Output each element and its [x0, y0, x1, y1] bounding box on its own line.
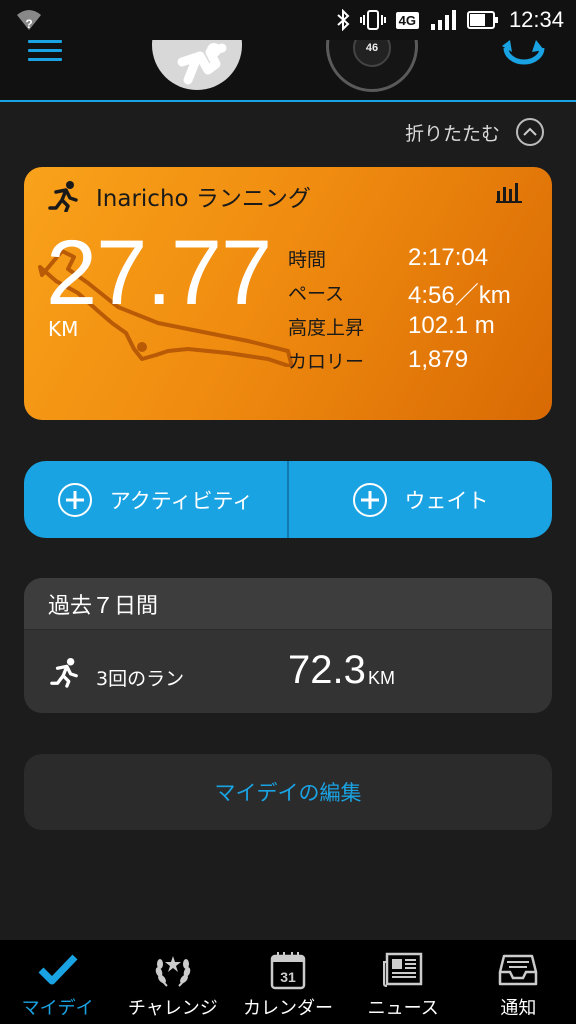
collapse-toggle[interactable]: 折りたたむ	[405, 118, 544, 146]
activity-stats: 時間 2:17:04 ペース 4:56／km 高度上昇 102.1 m カロリー…	[288, 241, 511, 377]
distance-value: 27.77	[46, 222, 272, 324]
wifi-badge: ?	[25, 17, 32, 31]
bottom-nav: マイデイ チャレンジ 31 カレンダー ニュース 通知	[0, 940, 576, 1024]
clock: 12:34	[508, 7, 564, 32]
edit-myday-button[interactable]: マイデイの編集	[24, 754, 552, 830]
menu-icon[interactable]	[28, 40, 62, 61]
watch-device[interactable]: 46	[326, 40, 418, 92]
signal-icon	[430, 10, 456, 30]
watch-face: 46	[353, 40, 391, 67]
activity-title: Inaricho ランニング	[96, 186, 311, 212]
nav-label: ニュース	[367, 998, 439, 1019]
nav-label: チャレンジ	[127, 998, 218, 1019]
laurel-icon	[155, 956, 191, 987]
nav-label: マイデイ	[21, 998, 94, 1019]
battery-icon	[466, 11, 498, 29]
stat-label: 時間	[288, 248, 327, 271]
add-weight-button[interactable]: ウェイト	[289, 461, 552, 538]
stat-value: 1,879	[408, 346, 469, 373]
stat-value: 4:56／km	[408, 281, 511, 309]
collapse-label: 折りたたむ	[404, 122, 500, 145]
run-count-label: 3回のラン	[96, 668, 185, 690]
stat-value: 2:17:04	[408, 244, 489, 271]
network-badge: 4G	[395, 11, 419, 29]
activity-card[interactable]: Inaricho ランニング 27.77 KM 時間 2:17:04 ペース 4…	[24, 167, 552, 420]
stat-label: カロリー	[288, 350, 365, 373]
status-bar: ? 4G 12:34	[0, 0, 576, 40]
news-icon	[383, 952, 423, 987]
bluetooth-icon	[336, 9, 350, 31]
nav-news[interactable]: ニュース	[346, 940, 461, 1024]
stat-row-elevation: 高度上昇 102.1 m	[288, 309, 511, 343]
nav-calendar[interactable]: 31 カレンダー	[230, 940, 345, 1024]
wifi-icon: ?	[17, 10, 41, 31]
calendar-day: 31	[280, 969, 296, 985]
bar-chart-icon[interactable]	[496, 181, 522, 203]
stat-row-calories: カロリー 1,879	[288, 343, 511, 377]
stat-value: 102.1 m	[408, 312, 495, 339]
avatar[interactable]	[152, 40, 242, 90]
nav-notifications[interactable]: 通知	[461, 940, 576, 1024]
week-distance-value: 72.3	[288, 648, 366, 692]
vibrate-icon	[359, 10, 386, 30]
week-distance-unit: KM	[368, 668, 395, 688]
chevron-up-icon	[516, 118, 544, 146]
past-week-card[interactable]: 過去７日間 3回のラン 72.3 KM	[24, 578, 552, 713]
add-weight-label: ウェイト	[404, 488, 489, 513]
add-activity-label: アクティビティ	[109, 488, 254, 513]
nav-label: カレンダー	[243, 998, 333, 1019]
sync-icon[interactable]	[500, 40, 548, 70]
calendar-icon: 31	[270, 952, 306, 990]
nav-myday[interactable]: マイデイ	[0, 940, 115, 1024]
plus-circle-icon	[57, 482, 92, 517]
plus-circle-icon	[352, 482, 387, 517]
running-icon	[48, 181, 78, 212]
app-header: 46	[0, 40, 576, 102]
distance-unit: KM	[48, 317, 79, 341]
past-week-title: 過去７日間	[24, 578, 552, 630]
add-bar: アクティビティ ウェイト	[24, 461, 552, 538]
nav-label: 通知	[500, 998, 537, 1019]
inbox-icon	[499, 954, 538, 986]
stat-row-time: 時間 2:17:04	[288, 241, 511, 275]
past-week-row: 3回のラン 72.3 KM	[24, 630, 552, 713]
edit-myday-label: マイデイの編集	[214, 781, 362, 805]
check-icon	[38, 954, 78, 985]
runner-avatar-icon	[177, 43, 227, 85]
nav-challenge[interactable]: チャレンジ	[115, 940, 230, 1024]
running-icon	[50, 657, 78, 688]
add-activity-button[interactable]: アクティビティ	[24, 461, 287, 538]
stat-label: ペース	[288, 282, 345, 305]
stat-row-pace: ペース 4:56／km	[288, 275, 511, 309]
stat-label: 高度上昇	[288, 316, 365, 339]
